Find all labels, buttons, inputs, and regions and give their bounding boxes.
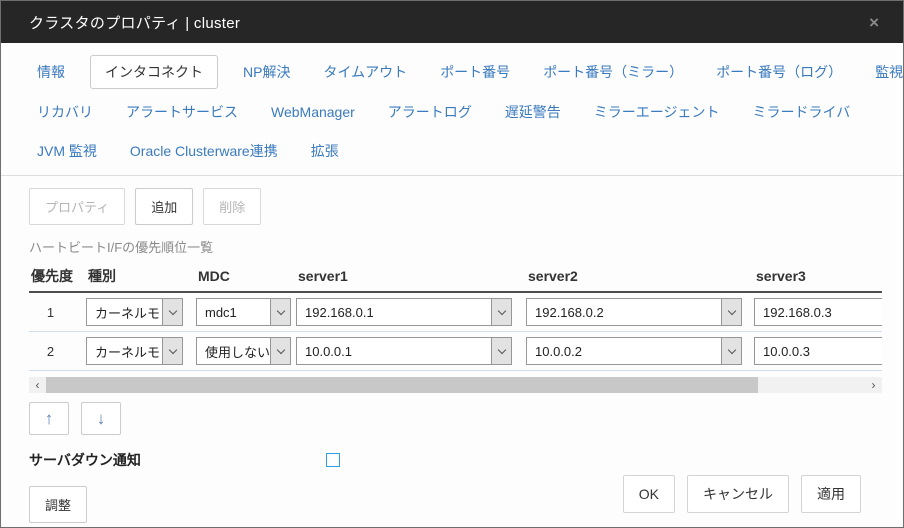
tab-delay-warning[interactable]: 遅延警告 <box>497 96 569 128</box>
server1-select-value: 192.168.0.1 <box>297 299 491 325</box>
tab-mirror-driver[interactable]: ミラードライバ <box>745 96 859 128</box>
server2-select[interactable]: 10.0.0.2 <box>526 337 742 365</box>
priority-value: 2 <box>29 344 86 359</box>
apply-button[interactable]: 適用 <box>801 475 861 513</box>
mdc-select-value: mdc1 <box>197 299 270 325</box>
col-header-priority: 優先度 <box>29 266 86 286</box>
tab-np-resolution[interactable]: NP解決 <box>235 56 298 88</box>
tab-webmanager[interactable]: WebManager <box>263 98 363 126</box>
tab-jvm-monitor[interactable]: JVM 監視 <box>29 135 105 167</box>
col-header-mdc: MDC <box>196 268 296 284</box>
tab-alert-log[interactable]: アラートログ <box>380 96 480 128</box>
tab-alert-service[interactable]: アラートサービス <box>118 96 246 128</box>
ok-button[interactable]: OK <box>623 475 675 513</box>
tab-row-3: JVM 監視 Oracle Clusterware連携 拡張 <box>29 135 875 167</box>
arrow-down-icon: ↓ <box>97 409 106 429</box>
server2-select[interactable]: 192.168.0.2 <box>526 298 742 326</box>
col-header-server2: server2 <box>526 268 754 284</box>
tab-port-number[interactable]: ポート番号 <box>432 56 518 88</box>
dialog-footer: OK キャンセル 適用 <box>611 475 861 513</box>
server2-select-value: 10.0.0.2 <box>527 338 721 364</box>
cancel-button[interactable]: キャンセル <box>687 475 789 513</box>
scroll-left-icon[interactable]: ‹ <box>29 377 46 393</box>
server3-select[interactable]: 10.0.0.3 <box>754 337 882 365</box>
server2-select-value: 192.168.0.2 <box>527 299 721 325</box>
col-header-server3: server3 <box>754 268 882 284</box>
server1-select-value: 10.0.0.1 <box>297 338 491 364</box>
type-select-value: カーネルモ <box>87 299 162 325</box>
dialog-titlebar: クラスタのプロパティ | cluster × <box>1 1 903 43</box>
add-button[interactable]: 追加 <box>135 188 193 225</box>
tab-info[interactable]: 情報 <box>29 56 73 88</box>
scroll-right-icon[interactable]: › <box>865 377 882 393</box>
tune-button[interactable]: 調整 <box>29 486 87 523</box>
tab-extension[interactable]: 拡張 <box>303 135 347 167</box>
table-row[interactable]: 1 カーネルモ mdc1 192.168.0.1 192.168.0.2 <box>29 293 882 332</box>
col-header-type: 種別 <box>86 266 196 286</box>
move-up-button[interactable]: ↑ <box>29 402 69 435</box>
scrollbar-thumb[interactable] <box>46 377 758 393</box>
chevron-down-icon[interactable] <box>270 299 290 325</box>
table-row[interactable]: 2 カーネルモ 使用しない 10.0.0.1 10.0.0.2 <box>29 332 882 371</box>
server-down-notify-row: サーバダウン通知 <box>1 435 903 470</box>
tab-monitor[interactable]: 監視 <box>867 56 904 88</box>
server1-select[interactable]: 192.168.0.1 <box>296 298 512 326</box>
table-header-row: 優先度 種別 MDC server1 server2 server3 <box>29 266 882 293</box>
arrow-up-icon: ↑ <box>45 409 54 429</box>
horizontal-scrollbar[interactable]: ‹ › <box>29 377 882 393</box>
tab-row-1: 情報 インタコネクト NP解決 タイムアウト ポート番号 ポート番号（ミラー） … <box>29 55 875 89</box>
server3-select[interactable]: 192.168.0.3 <box>754 298 882 326</box>
heartbeat-table-viewport: 優先度 種別 MDC server1 server2 server3 1 カーネ… <box>29 262 882 371</box>
chevron-down-icon[interactable] <box>491 338 511 364</box>
heartbeat-table: 優先度 種別 MDC server1 server2 server3 1 カーネ… <box>29 266 882 371</box>
dialog-title: クラスタのプロパティ | cluster <box>29 12 865 33</box>
priority-value: 1 <box>29 305 86 320</box>
delete-button[interactable]: 削除 <box>203 188 261 225</box>
close-icon[interactable]: × <box>865 12 883 33</box>
chevron-down-icon[interactable] <box>721 299 741 325</box>
tab-strip: 情報 インタコネクト NP解決 タイムアウト ポート番号 ポート番号（ミラー） … <box>1 43 903 176</box>
server-down-notify-checkbox[interactable] <box>326 453 340 467</box>
chevron-down-icon[interactable] <box>270 338 290 364</box>
server3-select-value: 192.168.0.3 <box>755 299 882 325</box>
tab-interconnect[interactable]: インタコネクト <box>90 55 218 89</box>
server3-select-value: 10.0.0.3 <box>755 338 882 364</box>
chevron-down-icon[interactable] <box>491 299 511 325</box>
properties-button[interactable]: プロパティ <box>29 188 125 225</box>
tab-mirror-agent[interactable]: ミラーエージェント <box>586 96 728 128</box>
mdc-select-value: 使用しない <box>197 338 270 364</box>
order-buttons: ↑ ↓ <box>1 393 903 435</box>
server1-select[interactable]: 10.0.0.1 <box>296 337 512 365</box>
heartbeat-toolbar: プロパティ 追加 削除 <box>1 176 903 225</box>
mdc-select[interactable]: 使用しない <box>196 337 291 365</box>
tab-recovery[interactable]: リカバリ <box>29 96 101 128</box>
tab-timeout[interactable]: タイムアウト <box>315 56 415 88</box>
server-down-notify-label: サーバダウン通知 <box>29 450 326 470</box>
col-header-server1: server1 <box>296 268 526 284</box>
type-select[interactable]: カーネルモ <box>86 337 183 365</box>
tab-oracle-clusterware[interactable]: Oracle Clusterware連携 <box>122 135 286 167</box>
chevron-down-icon[interactable] <box>721 338 741 364</box>
chevron-down-icon[interactable] <box>162 338 182 364</box>
type-select[interactable]: カーネルモ <box>86 298 183 326</box>
tab-port-number-mirror[interactable]: ポート番号（ミラー） <box>535 56 691 88</box>
chevron-down-icon[interactable] <box>162 299 182 325</box>
move-down-button[interactable]: ↓ <box>81 402 121 435</box>
tab-row-2: リカバリ アラートサービス WebManager アラートログ 遅延警告 ミラー… <box>29 96 875 128</box>
heartbeat-table-caption: ハートビートI/Fの優先順位一覧 <box>1 225 903 256</box>
mdc-select[interactable]: mdc1 <box>196 298 291 326</box>
cluster-properties-dialog: クラスタのプロパティ | cluster × 情報 インタコネクト NP解決 タ… <box>0 0 904 528</box>
tab-port-number-log[interactable]: ポート番号（ログ） <box>708 56 850 88</box>
type-select-value: カーネルモ <box>87 338 162 364</box>
